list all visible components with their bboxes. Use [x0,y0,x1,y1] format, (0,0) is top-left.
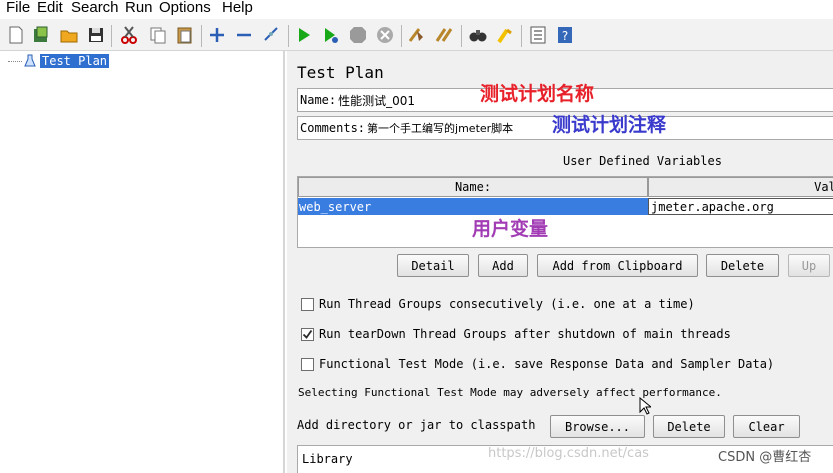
variables-table: Name: Valu web_server jmeter.apache.org [297,176,833,248]
functional-mode-option[interactable]: Functional Test Mode (i.e. save Response… [301,355,774,373]
delete-classpath-button[interactable]: Delete [653,415,725,438]
checkmark-icon [302,329,313,339]
menu-bar: File Edit Search Run Options Help [0,0,833,18]
variable-value-cell[interactable]: jmeter.apache.org [648,198,833,215]
column-header-value[interactable]: Valu [648,177,833,197]
column-header-name[interactable]: Name: [298,177,648,197]
svg-text:?: ? [562,29,568,43]
templates-icon[interactable] [31,25,51,45]
library-header[interactable]: Library [302,452,353,466]
toolbar: ? [0,19,833,51]
udv-title: User Defined Variables [563,154,722,168]
toggle-icon[interactable] [261,25,281,45]
run-consecutively-checkbox[interactable] [301,297,314,311]
mouse-cursor-icon [639,396,653,418]
comments-annotation: 测试计划注释 [552,114,667,136]
search-icon[interactable] [468,25,488,45]
comments-value[interactable]: 第一个手工编写的jmeter脚本 [367,120,513,136]
open-icon[interactable] [59,25,79,45]
up-button[interactable]: Up [788,254,830,277]
page-title: Test Plan [297,63,384,82]
tree-item-test-plan[interactable]: Test Plan [8,53,110,69]
start-no-pauses-icon[interactable] [321,25,341,45]
menu-file[interactable]: File [6,0,30,16]
paste-icon[interactable] [175,25,195,45]
expand-icon[interactable] [207,25,227,45]
performance-note: Selecting Functional Test Mode may adver… [298,386,722,399]
menu-help[interactable]: Help [222,0,253,16]
add-button[interactable]: Add [478,254,528,277]
name-label: Name: [300,93,337,107]
run-consecutively-option[interactable]: Run Thread Groups consecutively (i.e. on… [301,295,695,313]
watermark-author: CSDN @曹红杏 [718,450,812,465]
start-icon[interactable] [294,25,314,45]
test-plan-tree: Test Plan [0,51,285,473]
teardown-label: Run tearDown Thread Groups after shutdow… [319,327,731,341]
variables-annotation: 用户变量 [472,218,549,240]
add-from-clipboard-button[interactable]: Add from Clipboard [537,254,698,277]
menu-options[interactable]: Options [159,0,211,16]
save-icon[interactable] [86,25,106,45]
run-consecutively-label: Run Thread Groups consecutively (i.e. on… [319,297,695,311]
detail-button[interactable]: Detail [397,254,469,277]
teardown-option[interactable]: Run tearDown Thread Groups after shutdow… [301,325,731,343]
collapse-icon[interactable] [234,25,254,45]
flask-icon [24,54,36,68]
test-plan-panel: Test Plan Name: 性能测试_001 测试计划名称 Comments… [287,51,833,473]
name-annotation: 测试计划名称 [480,83,595,105]
clear-classpath-button[interactable]: Clear [733,415,800,438]
name-value[interactable]: 性能测试_001 [338,92,415,109]
copy-icon[interactable] [148,25,168,45]
delete-variable-button[interactable]: Delete [706,254,779,277]
variable-name-cell[interactable]: web_server [298,198,648,215]
shutdown-icon[interactable] [375,25,395,45]
menu-search[interactable]: Search [71,0,119,16]
cut-icon[interactable] [119,25,139,45]
functional-mode-label: Functional Test Mode (i.e. save Response… [319,357,775,371]
menu-edit[interactable]: Edit [37,0,63,16]
clear-icon[interactable] [407,25,427,45]
stop-icon[interactable] [348,25,368,45]
function-helper-icon[interactable] [528,25,548,45]
help-icon[interactable]: ? [555,25,575,45]
functional-mode-checkbox[interactable] [301,357,314,371]
classpath-label: Add directory or jar to classpath [297,418,536,432]
menu-run[interactable]: Run [125,0,153,16]
reset-search-icon[interactable] [495,25,515,45]
clear-all-icon[interactable] [435,25,455,45]
teardown-checkbox[interactable] [301,327,314,341]
watermark-url: https://blog.csdn.net/cas [488,446,649,461]
new-icon[interactable] [6,25,26,45]
browse-button[interactable]: Browse... [550,415,645,438]
tree-item-label: Test Plan [40,54,110,68]
comments-label: Comments: [300,121,366,135]
